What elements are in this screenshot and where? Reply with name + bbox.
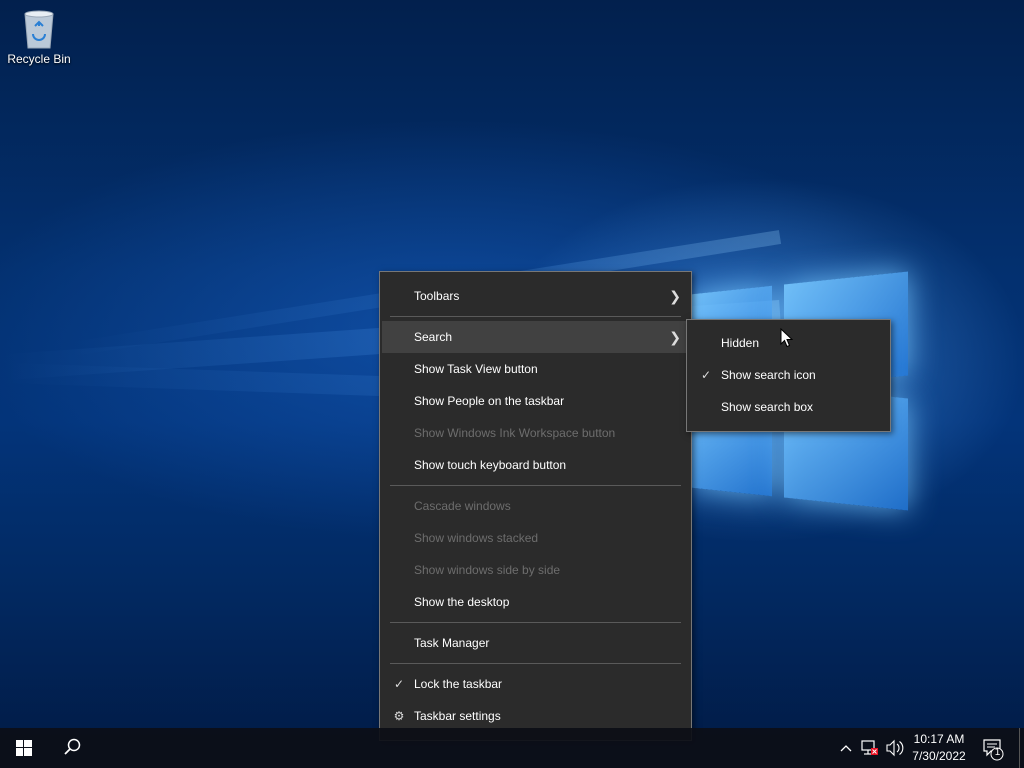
menu-item-label: Show Task View button <box>414 362 538 376</box>
search-icon[interactable] <box>48 728 96 768</box>
menu-item-show-people[interactable]: Show People on the taskbar <box>382 385 689 417</box>
desktop-icon-recycle-bin[interactable]: Recycle Bin <box>4 6 74 66</box>
taskbar-clock[interactable]: 10:17 AM 7/30/2022 <box>906 731 972 765</box>
menu-item-cascade-windows: Cascade windows <box>382 490 689 522</box>
checkmark-icon: ✓ <box>393 677 405 691</box>
menu-item-label: Lock the taskbar <box>414 677 503 691</box>
chevron-up-icon[interactable] <box>836 728 856 768</box>
clock-time: 10:17 AM <box>913 732 965 746</box>
menu-item-label: Toolbars <box>414 289 460 303</box>
menu-item-label: Taskbar settings <box>414 709 501 723</box>
menu-item-label: Show Windows Ink Workspace button <box>414 426 616 440</box>
menu-item-label: Task Manager <box>414 636 490 650</box>
volume-icon[interactable] <box>884 728 906 768</box>
mouse-cursor-icon <box>780 327 794 353</box>
clock-date: 7/30/2022 <box>912 749 966 763</box>
menu-separator <box>390 622 681 623</box>
submenu-item-label: Hidden <box>721 336 760 350</box>
desktop[interactable]: Recycle Bin Toolbars ❯ Search ❯ Show Tas… <box>0 0 1024 768</box>
menu-item-show-task-view[interactable]: Show Task View button <box>382 353 689 385</box>
action-center-icon[interactable]: 1 <box>978 728 1018 768</box>
submenu-item-show-search-box[interactable]: Show search box <box>689 391 888 423</box>
recycle-bin-icon <box>21 8 57 49</box>
menu-item-label: Show windows side by side <box>414 563 561 577</box>
submenu-item-label: Show search box <box>721 400 814 414</box>
menu-item-task-manager[interactable]: Task Manager <box>382 627 689 659</box>
chevron-right-icon: ❯ <box>669 288 681 304</box>
menu-item-label: Cascade windows <box>414 499 511 513</box>
menu-item-lock-taskbar[interactable]: ✓ Lock the taskbar <box>382 668 689 700</box>
menu-item-label: Show the desktop <box>414 595 510 609</box>
checkmark-icon: ✓ <box>700 368 712 382</box>
menu-separator <box>390 485 681 486</box>
submenu-item-show-search-icon[interactable]: ✓ Show search icon <box>689 359 888 391</box>
menu-item-label: Search <box>414 330 453 344</box>
menu-item-label: Show windows stacked <box>414 531 539 545</box>
taskbar-context-menu: Toolbars ❯ Search ❯ Show Task View butto… <box>379 271 692 741</box>
menu-item-show-desktop[interactable]: Show the desktop <box>382 586 689 618</box>
menu-item-show-windows-stacked: Show windows stacked <box>382 522 689 554</box>
network-icon[interactable] <box>858 728 882 768</box>
menu-item-label: Show People on the taskbar <box>414 394 565 408</box>
menu-item-show-windows-side-by-side: Show windows side by side <box>382 554 689 586</box>
show-desktop-button[interactable] <box>1019 728 1020 768</box>
notification-count-badge: 1 <box>994 747 1001 758</box>
menu-item-search[interactable]: Search ❯ <box>382 321 689 353</box>
submenu-item-label: Show search icon <box>721 368 816 382</box>
menu-separator <box>390 663 681 664</box>
menu-item-show-ink-workspace: Show Windows Ink Workspace button <box>382 417 689 449</box>
menu-item-label: Show touch keyboard button <box>414 458 567 472</box>
chevron-right-icon: ❯ <box>669 329 681 345</box>
windows-start-icon[interactable] <box>0 728 48 768</box>
menu-separator <box>390 316 681 317</box>
menu-item-toolbars[interactable]: Toolbars ❯ <box>382 280 689 312</box>
taskbar[interactable]: 10:17 AM 7/30/2022 1 <box>0 728 1024 768</box>
recycle-bin-label: Recycle Bin <box>7 52 71 66</box>
menu-item-show-touch-keyboard[interactable]: Show touch keyboard button <box>382 449 689 481</box>
